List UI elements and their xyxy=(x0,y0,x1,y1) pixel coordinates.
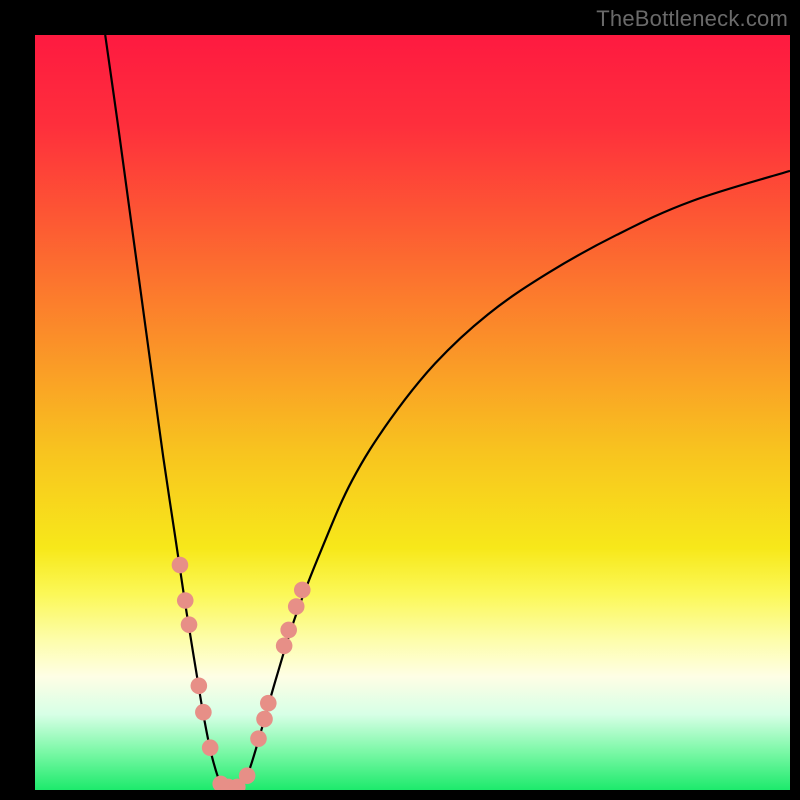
chart-frame: TheBottleneck.com xyxy=(0,0,800,800)
data-marker xyxy=(181,616,198,633)
data-marker xyxy=(202,739,219,756)
data-marker xyxy=(256,711,273,728)
data-marker xyxy=(172,557,189,574)
data-marker xyxy=(294,582,311,599)
bottleneck-curve-chart xyxy=(35,35,790,790)
data-marker xyxy=(177,592,194,609)
data-marker xyxy=(280,622,297,639)
data-marker xyxy=(288,598,305,615)
data-marker xyxy=(250,730,267,747)
data-marker xyxy=(276,637,293,654)
plot-area xyxy=(35,35,790,790)
data-marker xyxy=(239,767,256,784)
watermark-text: TheBottleneck.com xyxy=(596,6,788,32)
data-marker xyxy=(260,695,277,712)
gradient-background xyxy=(35,35,790,790)
data-marker xyxy=(195,704,212,721)
data-marker xyxy=(191,678,208,695)
